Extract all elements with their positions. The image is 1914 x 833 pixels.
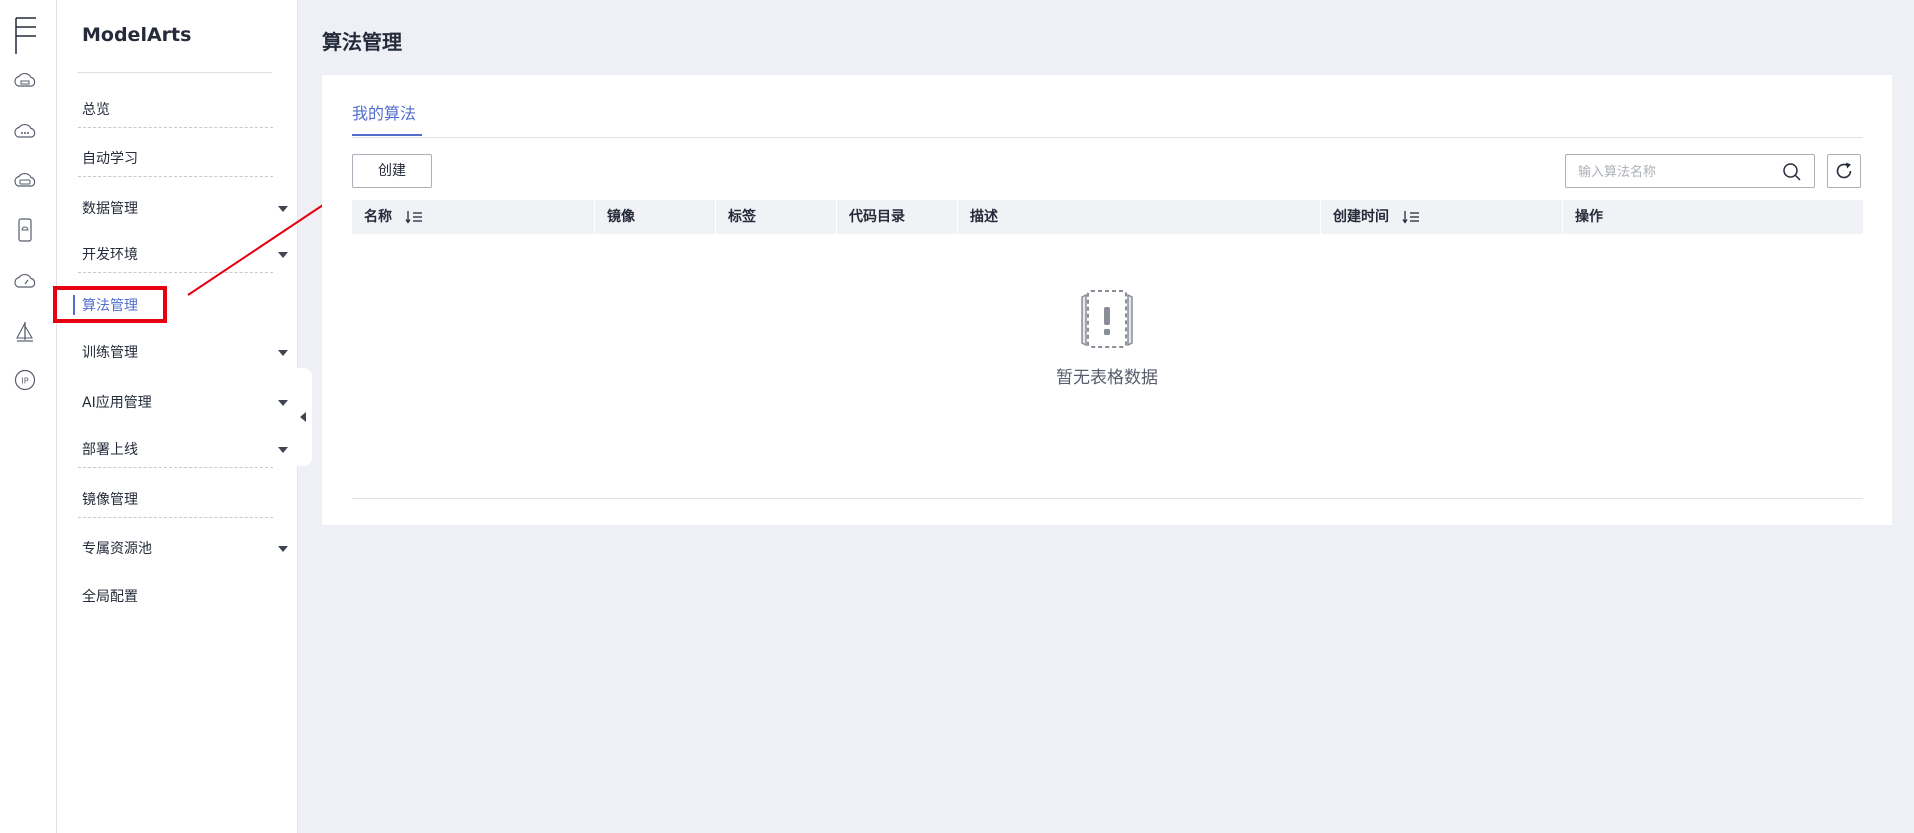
search-box (1565, 154, 1815, 188)
sidebar-item-label: 专属资源池 (82, 541, 152, 557)
page-title: 算法管理 (322, 30, 402, 54)
table-header: 名称 镜像 标签 代码目录 描述 创建时间 操作 (352, 200, 1863, 234)
column-header-image: 镜像 (594, 200, 715, 234)
search-input[interactable] (1576, 161, 1770, 183)
divider (78, 176, 273, 177)
cloud-speed-icon[interactable] (13, 270, 37, 294)
sidebar-item-label: 开发环境 (82, 247, 138, 263)
divider (352, 137, 1863, 138)
divider (77, 72, 272, 73)
sort-icon[interactable] (405, 210, 423, 224)
divider (78, 517, 273, 518)
search-icon[interactable] (1782, 162, 1802, 182)
collapse-arrow-icon (300, 412, 306, 422)
nav-sidebar: ModelArts 总览 自动学习 数据管理 开发环境 算法管理 训练管理 AI… (57, 0, 298, 833)
empty-state-text: 暂无表格数据 (1056, 368, 1158, 388)
caret-down-icon (278, 350, 288, 356)
divider (352, 498, 1863, 499)
sidebar-item-deployment[interactable]: 部署上线 (78, 437, 288, 468)
sidebar-item-label: 部署上线 (82, 442, 138, 458)
sidebar-item-image-management[interactable]: 镜像管理 (78, 487, 282, 518)
sidebar-item-label: 镜像管理 (82, 492, 138, 508)
cloud-service-icon[interactable] (13, 170, 37, 194)
column-header-tags: 标签 (715, 200, 836, 234)
sidebar-item-data-management[interactable]: 数据管理 (82, 196, 288, 222)
divider (78, 467, 273, 468)
sidebar-item-auto-learning[interactable]: 自动学习 (78, 146, 282, 177)
divider (78, 272, 273, 273)
sort-icon[interactable] (1402, 210, 1420, 224)
sidebar-item-label: 全局配置 (82, 589, 138, 605)
sidebar-item-ai-app-management[interactable]: AI应用管理 (82, 390, 288, 416)
menu-icon[interactable] (14, 14, 38, 54)
sidebar-item-dedicated-pool[interactable]: 专属资源池 (82, 536, 288, 562)
sidebar-item-label: 总览 (82, 102, 110, 118)
column-label: 名称 (364, 209, 392, 225)
refresh-icon (1836, 162, 1852, 179)
caret-down-icon (278, 447, 288, 453)
caret-down-icon (278, 546, 288, 552)
column-header-created-time[interactable]: 创建时间 (1320, 200, 1562, 234)
sidebar-item-label: 自动学习 (82, 151, 138, 167)
refresh-button[interactable] (1827, 154, 1861, 188)
sidebar-item-overview[interactable]: 总览 (78, 97, 282, 128)
tab-my-algorithms[interactable]: 我的算法 (352, 100, 416, 124)
column-header-description: 描述 (957, 200, 1320, 234)
mobile-device-icon[interactable] (13, 218, 37, 242)
empty-data-icon (1081, 290, 1133, 348)
column-header-actions: 操作 (1562, 200, 1863, 234)
column-label: 创建时间 (1333, 209, 1389, 225)
ip-icon[interactable]: IP (13, 368, 37, 392)
divider (78, 127, 273, 128)
column-header-code-dir: 代码目录 (836, 200, 957, 234)
svg-text:IP: IP (21, 377, 28, 386)
cloud-more-icon[interactable] (13, 120, 37, 144)
active-tab-indicator (352, 134, 422, 136)
highlight-box (53, 286, 167, 323)
sidebar-item-label: 数据管理 (82, 201, 138, 217)
sidebar-collapse-button[interactable] (296, 368, 312, 466)
app-title: ModelArts (82, 24, 192, 46)
sidebar-item-global-config[interactable]: 全局配置 (82, 584, 282, 610)
icon-rail: IP (0, 0, 57, 833)
caret-down-icon (278, 206, 288, 212)
sidebar-item-label: AI应用管理 (82, 395, 152, 411)
sidebar-item-dev-environment[interactable]: 开发环境 (78, 242, 288, 273)
sidebar-item-training-management[interactable]: 训练管理 (82, 340, 288, 366)
sidebar-item-label: 训练管理 (82, 345, 138, 361)
cloud-storage-icon[interactable] (13, 70, 37, 94)
column-header-name[interactable]: 名称 (352, 200, 594, 234)
sailboat-icon[interactable] (13, 320, 37, 344)
main-card: 我的算法 创建 名称 镜像 标签 代码目录 描述 创建时间 操作 暂无表格数据 (322, 75, 1892, 525)
caret-down-icon (278, 400, 288, 406)
create-button[interactable]: 创建 (352, 154, 432, 188)
caret-down-icon (278, 252, 288, 258)
